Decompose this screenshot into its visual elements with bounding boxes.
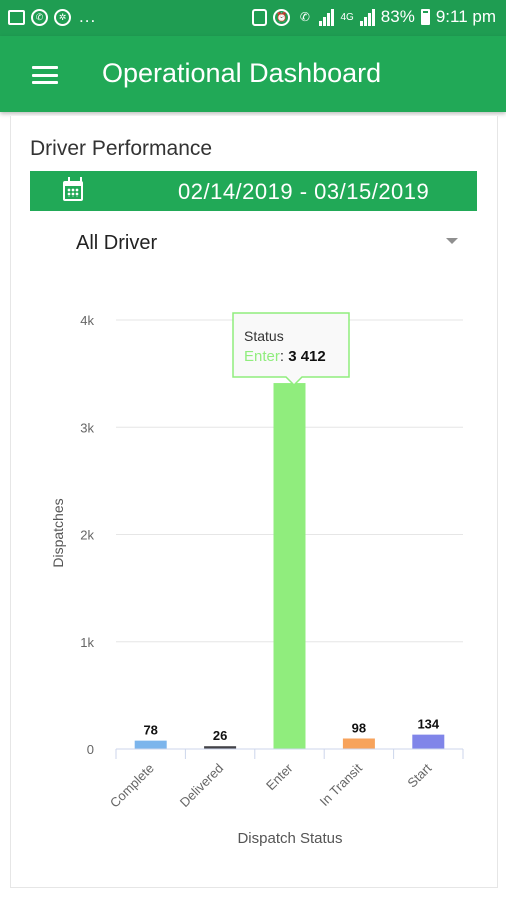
date-range-picker[interactable]: 02/14/2019 - 03/15/2019 — [30, 171, 477, 211]
signal-icon-2 — [359, 8, 375, 26]
calendar-icon — [63, 177, 83, 201]
date-range-text: 02/14/2019 - 03/15/2019 — [178, 179, 430, 204]
bar-enter[interactable] — [273, 383, 306, 749]
status-right-icons: ⏰ ✆ 4G 83% 9:11 pm — [252, 7, 496, 27]
bar-start[interactable] — [412, 734, 445, 749]
bar-delivered[interactable] — [204, 746, 237, 749]
app-bar: Operational Dashboard — [0, 36, 506, 112]
gallery-icon — [8, 9, 25, 25]
driver-select-value: All Driver — [76, 232, 158, 254]
bar-complete[interactable] — [134, 740, 167, 749]
lock-icon — [252, 8, 268, 26]
signal-icon — [319, 8, 335, 26]
section-title: Driver Performance — [30, 137, 213, 160]
call-icon: ✆ — [299, 10, 310, 24]
page-title: Operational Dashboard — [102, 58, 382, 88]
chevron-down-icon — [446, 238, 458, 244]
status-left-icons: ✆ ✲ ... — [8, 7, 96, 27]
battery-percent: 83% — [380, 7, 415, 26]
alarm-icon: ⏰ — [273, 8, 291, 26]
whatsapp-icon: ✆ — [31, 8, 48, 26]
driver-select[interactable]: All Driver — [74, 228, 464, 258]
clock: 9:11 pm — [435, 7, 496, 26]
status-bar: ✆ ✲ ... ⏰ ✆ 4G 83% 9:11 pm — [0, 0, 506, 36]
battery-icon — [420, 9, 430, 25]
network-type: 4G — [340, 11, 354, 23]
app-icon: ✲ — [54, 8, 71, 26]
more-notifications: ... — [79, 7, 97, 26]
menu-icon[interactable] — [32, 66, 58, 84]
bar-in-transit[interactable] — [342, 738, 375, 749]
